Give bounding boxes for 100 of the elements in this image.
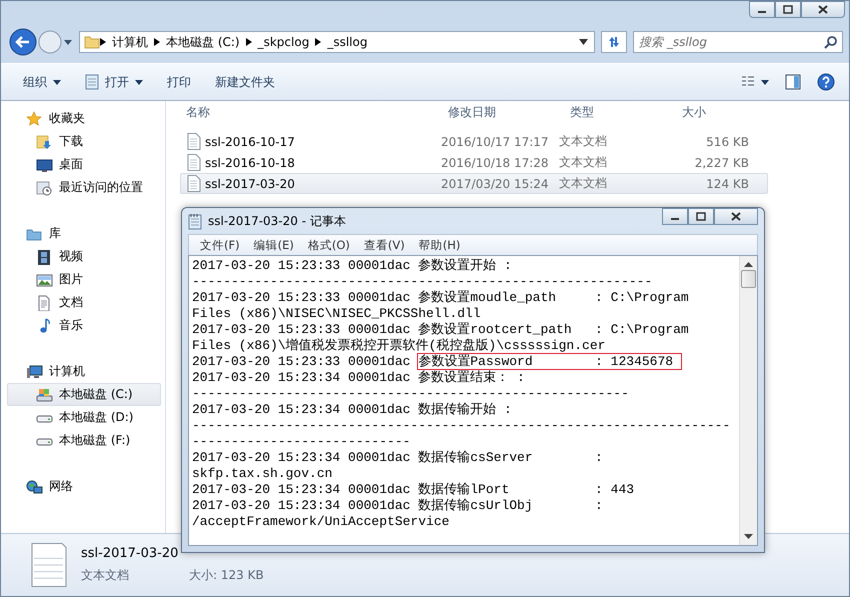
drive-icon (36, 386, 53, 402)
refresh-arrows-icon (606, 35, 622, 49)
scroll-up-icon (744, 261, 753, 267)
log-line: --------------------------------------------------------------------- (192, 418, 732, 434)
back-button[interactable] (9, 28, 37, 56)
file-size: 2,227 KB (694, 156, 749, 170)
log-line: 2017-03-20 15:23:33 00001dac 参数设置开始 : (192, 258, 513, 274)
folder-arrow-icon (36, 134, 53, 150)
breadcrumb-item[interactable]: 计算机 (106, 34, 154, 50)
log-line: Files (x86)\NISEC\NISEC_PKCSShell.dll (192, 306, 482, 322)
star-icon (26, 110, 43, 126)
column-header[interactable]: 修改日期 (446, 104, 568, 120)
breadcrumb-item[interactable]: 本地磁盘 (C:) (160, 34, 246, 50)
sidebar-item[interactable]: 文档 (7, 291, 161, 314)
sidebar-item[interactable]: 下载 (7, 130, 161, 153)
search-icon (824, 35, 838, 49)
close-button[interactable] (714, 208, 758, 225)
file-row[interactable]: ssl-2017-03-20 2017/03/20 15:24 文本文档 124 KB (180, 173, 768, 194)
log-line: 2017-03-20 15:23:34 00001dac 数据传输csUrlObj : (192, 498, 604, 514)
menu-item[interactable]: 帮助(H) (412, 238, 468, 252)
chevron-icon (154, 38, 160, 46)
notepad-icon (85, 74, 99, 90)
sidebar-item[interactable]: 本地磁盘 (F:) (7, 429, 161, 452)
log-line: 2017-03-20 15:23:34 00001dac 数据传输开始 : (192, 402, 513, 418)
file-type: 文本文档 (559, 133, 608, 150)
log-line: -------------------------------------------------------- (192, 386, 630, 402)
column-header[interactable]: 名称 (184, 104, 446, 120)
sidebar-item[interactable]: 视频 (7, 245, 161, 268)
text-file-icon (187, 133, 201, 150)
sidebar-item[interactable]: 本地磁盘 (C:) (7, 383, 161, 406)
search-field[interactable]: 搜索 _ssllog (633, 31, 843, 53)
file-type: 文本文档 (559, 175, 608, 192)
sidebar-item[interactable]: 桌面 (7, 153, 161, 176)
breadcrumb-item[interactable]: _ssllog (321, 35, 374, 49)
file-row[interactable]: ssl-2016-10-18 2016/10/18 17:28 文本文档 2,227 KB (180, 152, 768, 173)
log-line: Files (x86)\增值税发票税控开票软件(税控盘版)\csssssign.cer (192, 338, 606, 354)
menu-item[interactable]: 格式(O) (300, 238, 357, 252)
close-button[interactable] (801, 1, 845, 18)
sidebar-item[interactable]: 计算机 (7, 360, 161, 383)
column-header[interactable]: 大小 (680, 104, 762, 120)
computer-icon (26, 364, 43, 380)
menu-item[interactable]: 文件(F) (193, 238, 247, 252)
file-size: 124 KB (705, 176, 749, 190)
column-header[interactable]: 类型 (568, 104, 680, 120)
text-file-icon (187, 175, 201, 192)
file-date: 2016/10/18 17:28 (441, 156, 550, 170)
file-name: ssl-2016-10-17 (205, 134, 295, 148)
text-file-icon (187, 154, 201, 171)
caret-icon (53, 80, 61, 84)
sidebar-item[interactable]: 音乐 (7, 314, 161, 337)
caret-icon[interactable] (63, 37, 73, 47)
log-line: 2017-03-20 15:23:34 00001dac 数据传输csServer : (192, 450, 604, 466)
log-line: ----------------------------------------------------------- (192, 274, 654, 290)
maximize-button[interactable] (775, 1, 801, 18)
minimize-icon (758, 11, 766, 13)
sidebar-item[interactable]: 最近访问的位置 (7, 176, 161, 199)
toolbar-button[interactable]: 打印 (159, 70, 199, 94)
file-name: ssl-2017-03-20 (205, 176, 295, 190)
sidebar-item[interactable]: 本地磁盘 (D:) (7, 406, 161, 429)
sidebar-item[interactable]: 收藏夹 (7, 107, 161, 130)
scrollbar-thumb[interactable] (741, 270, 756, 288)
log-line: 2017-03-20 15:23:33 00001dac 参数设置moudle_path : C:\Program (192, 290, 690, 306)
folder-icon (84, 34, 100, 50)
maximize-button[interactable] (688, 208, 714, 225)
caret-icon (579, 39, 588, 45)
address-bar[interactable]: 计算机 本地磁盘 (C:) _skpclog _ssllog (79, 31, 595, 53)
log-line: 2017-03-20 15:23:34 00001dac 数据传输lPort : 443 (192, 482, 636, 498)
toolbar-button[interactable]: 新建文件夹 (207, 70, 283, 94)
details-file-type: 文本文档 (81, 567, 129, 584)
help-button[interactable] (817, 73, 835, 91)
preview-pane-button[interactable] (785, 74, 801, 90)
minimize-button[interactable] (662, 208, 688, 225)
minimize-icon (671, 218, 679, 220)
file-row[interactable]: ssl-2016-10-17 2016/10/17 17:17 文本文档 516 KB (180, 131, 768, 152)
log-line: skfp.tax.sh.gov.cn (192, 466, 334, 482)
file-date: 2016/10/17 17:17 (441, 134, 550, 148)
minimize-button[interactable] (749, 1, 775, 18)
file-type: 文本文档 (559, 154, 608, 171)
sidebar-item[interactable]: 网络 (7, 475, 161, 498)
file-size: 516 KB (705, 134, 749, 148)
monitor-icon (36, 156, 53, 172)
toolbar-button[interactable]: 组织 (15, 70, 69, 94)
log-line: ---------------------------- (192, 434, 412, 450)
menu-item[interactable]: 编辑(E) (246, 238, 301, 252)
sidebar-item[interactable]: 库 (7, 222, 161, 245)
refresh-button[interactable] (601, 31, 627, 53)
menu-item[interactable]: 查看(V) (356, 238, 412, 252)
sidebar-item[interactable]: 图片 (7, 268, 161, 291)
globe-computer-icon (26, 478, 43, 494)
log-line: 2017-03-20 15:23:33 00001dac (192, 354, 410, 369)
details-file-name: ssl-2017-03-20 (81, 546, 180, 561)
clock-folder-icon (36, 180, 53, 196)
film-icon (36, 248, 53, 264)
chevron-icon (246, 38, 252, 46)
toolbar-button[interactable]: 打开 (77, 70, 151, 94)
log-line: /acceptFramework/UniAcceptService (192, 514, 450, 530)
log-line: 2017-03-20 15:23:33 00001dac 参数设置rootcert_path : C:\Program (192, 322, 690, 338)
breadcrumb-item[interactable]: _skpclog (252, 35, 316, 49)
picture-icon (36, 272, 53, 288)
log-line: 2017-03-20 15:23:34 00001dac 参数设置结束： : (192, 370, 526, 386)
